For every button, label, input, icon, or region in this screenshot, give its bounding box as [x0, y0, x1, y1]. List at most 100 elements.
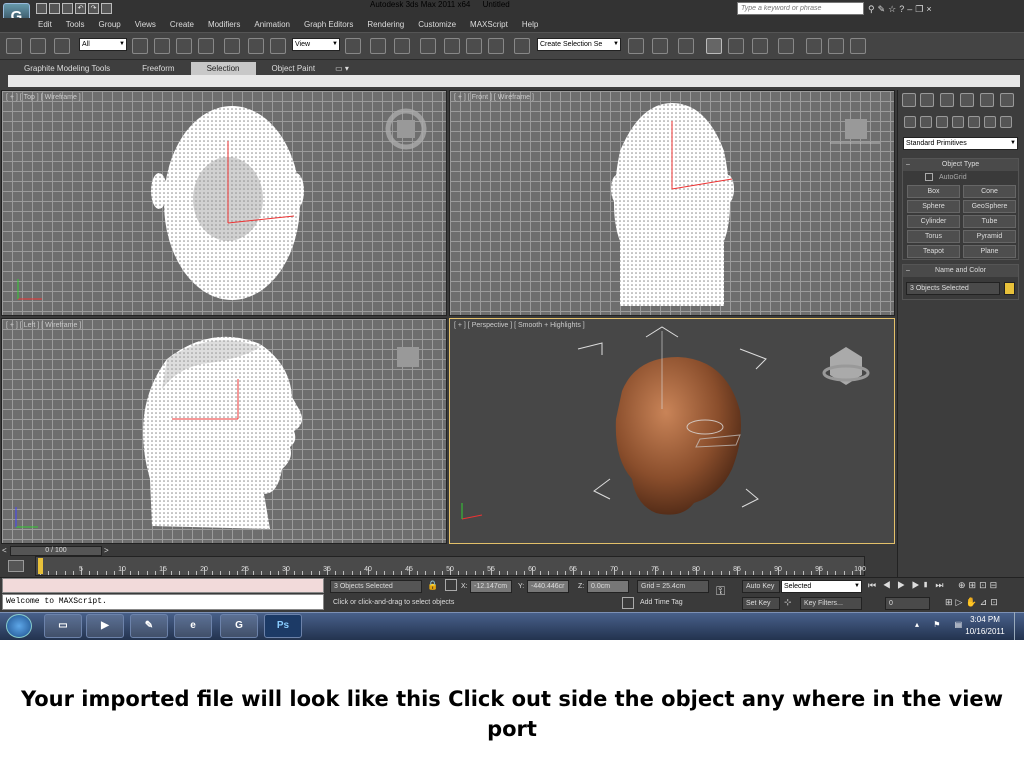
photoshop-icon[interactable]: Ps: [264, 614, 302, 638]
select-object-icon[interactable]: [132, 38, 148, 54]
mini-curve-editor-icon[interactable]: [8, 560, 24, 572]
rotate-icon[interactable]: [248, 38, 264, 54]
snaps-toggle-icon[interactable]: [420, 38, 436, 54]
menu-graph-editors[interactable]: Graph Editors: [304, 18, 353, 32]
ie-icon[interactable]: e: [174, 614, 212, 638]
object-name-field[interactable]: 3 Objects Selected: [906, 282, 1000, 295]
geosphere-button[interactable]: GeoSphere: [963, 200, 1016, 213]
time-tag-icon[interactable]: [622, 597, 634, 609]
open-file-icon[interactable]: [49, 3, 60, 14]
motion-tab-icon[interactable]: [960, 93, 974, 107]
lights-icon[interactable]: [936, 116, 948, 128]
torus-button[interactable]: Torus: [907, 230, 960, 243]
viewport-navigation-controls-2[interactable]: ⊞▷✋⊿⊡: [945, 597, 1001, 608]
utilities-tab-icon[interactable]: [1000, 93, 1014, 107]
cylinder-button[interactable]: Cylinder: [907, 215, 960, 228]
bind-space-warp-icon[interactable]: [54, 38, 70, 54]
object-category-dropdown[interactable]: Standard Primitives: [903, 137, 1018, 150]
search-input[interactable]: [737, 2, 864, 15]
y-coordinate-field[interactable]: -440.446cr: [527, 580, 569, 593]
key-filters-button[interactable]: Key Filters...: [800, 597, 862, 610]
menu-views[interactable]: Views: [135, 18, 156, 32]
tab-selection[interactable]: Selection: [190, 62, 256, 75]
3dsmax-icon[interactable]: G: [220, 614, 258, 638]
display-tab-icon[interactable]: [980, 93, 994, 107]
cameras-icon[interactable]: [952, 116, 964, 128]
close-icon[interactable]: ×: [926, 4, 934, 14]
show-desktop-button[interactable]: [1014, 612, 1024, 640]
box-button[interactable]: Box: [907, 185, 960, 198]
spinner-snap-icon[interactable]: [488, 38, 504, 54]
menu-group[interactable]: Group: [98, 18, 120, 32]
absolute-mode-icon[interactable]: [445, 579, 457, 591]
helpers-icon[interactable]: [968, 116, 980, 128]
timeline-ruler[interactable]: 5 10 15 20 25 30 35 40 45 50 55 60 65 70 75 80 85 90 95 100: [35, 556, 866, 576]
playback-controls[interactable]: ⏮ ◀ ▶ ▶▮ ⏭: [868, 580, 946, 591]
menu-customize[interactable]: Customize: [418, 18, 456, 32]
menu-rendering[interactable]: Rendering: [367, 18, 404, 32]
media-player-icon[interactable]: ▶: [86, 614, 124, 638]
project-folder-icon[interactable]: [101, 3, 112, 14]
menu-maxscript[interactable]: MAXScript: [470, 18, 508, 32]
wrench-icon[interactable]: ✎: [878, 4, 889, 14]
viewport-perspective[interactable]: [ + ] [ Perspective ] [ Smooth + Highlig…: [449, 318, 895, 544]
material-editor-icon[interactable]: [778, 38, 794, 54]
set-key-button[interactable]: Set Key: [742, 597, 780, 610]
hierarchy-tab-icon[interactable]: [940, 93, 954, 107]
menu-animation[interactable]: Animation: [254, 18, 290, 32]
lock-icon[interactable]: 🔒: [427, 580, 438, 591]
schematic-view-icon[interactable]: [752, 38, 768, 54]
undo-icon[interactable]: ↶: [75, 3, 86, 14]
explorer-icon[interactable]: ▭: [44, 614, 82, 638]
geometry-icon[interactable]: [904, 116, 916, 128]
object-type-title[interactable]: – Object Type: [903, 159, 1018, 171]
rendered-frame-window-icon[interactable]: [828, 38, 844, 54]
plane-button[interactable]: Plane: [963, 245, 1016, 258]
render-setup-icon[interactable]: [806, 38, 822, 54]
edit-named-selection-icon[interactable]: [514, 38, 530, 54]
shapes-icon[interactable]: [920, 116, 932, 128]
graphite-toggle-icon[interactable]: [706, 38, 722, 54]
viewport-top[interactable]: [ + ] [ Top ] [ Wireframe ]: [1, 90, 447, 316]
systems-icon[interactable]: [1000, 116, 1012, 128]
pivot-center-icon[interactable]: [345, 38, 361, 54]
restore-icon[interactable]: ❐: [915, 4, 926, 14]
teapot-button[interactable]: Teapot: [907, 245, 960, 258]
x-coordinate-field[interactable]: -12.147cm: [470, 580, 512, 593]
object-color-swatch[interactable]: [1004, 282, 1015, 295]
tab-freeform[interactable]: Freeform: [126, 62, 190, 75]
keyboard-shortcut-override-icon[interactable]: [394, 38, 410, 54]
current-frame-field[interactable]: 0: [885, 597, 930, 610]
slider-right-arrow[interactable]: >: [104, 546, 109, 555]
z-coordinate-field[interactable]: 0.0cm: [587, 580, 629, 593]
create-tab-icon[interactable]: [902, 93, 916, 107]
menu-edit[interactable]: Edit: [38, 18, 52, 32]
name-and-color-title[interactable]: – Name and Color: [903, 265, 1018, 277]
maxscript-listener-output[interactable]: Welcome to MAXScript.: [2, 594, 324, 610]
key-mode-dropdown[interactable]: Selected: [781, 580, 862, 593]
move-icon[interactable]: [224, 38, 240, 54]
save-icon[interactable]: [62, 3, 73, 14]
reference-coordinate-dropdown[interactable]: View: [292, 38, 340, 51]
menu-create[interactable]: Create: [170, 18, 194, 32]
set-key-icon[interactable]: ⊹: [784, 597, 792, 608]
redo-icon[interactable]: ↷: [88, 3, 99, 14]
binoculars-icon[interactable]: ⚲: [868, 4, 878, 14]
space-warps-icon[interactable]: [984, 116, 996, 128]
modify-tab-icon[interactable]: [920, 93, 934, 107]
select-manipulate-icon[interactable]: [370, 38, 386, 54]
select-by-name-icon[interactable]: [154, 38, 170, 54]
viewport-left[interactable]: [ + ] [ Left ] [ Wireframe ]: [1, 318, 447, 544]
menu-tools[interactable]: Tools: [66, 18, 85, 32]
link-icon[interactable]: [6, 38, 22, 54]
unlink-icon[interactable]: [30, 38, 46, 54]
selection-filter-dropdown[interactable]: All: [79, 38, 127, 51]
rectangular-selection-icon[interactable]: [176, 38, 192, 54]
time-slider[interactable]: 0 / 100: [10, 546, 102, 556]
slider-left-arrow[interactable]: <: [2, 546, 7, 555]
current-frame-marker[interactable]: [38, 558, 43, 574]
tube-button[interactable]: Tube: [963, 215, 1016, 228]
viewport-front[interactable]: [ + ] [ Front ] [ Wireframe ]: [449, 90, 895, 316]
new-file-icon[interactable]: [36, 3, 47, 14]
ribbon-options-icon[interactable]: ▭ ▾: [331, 62, 353, 75]
